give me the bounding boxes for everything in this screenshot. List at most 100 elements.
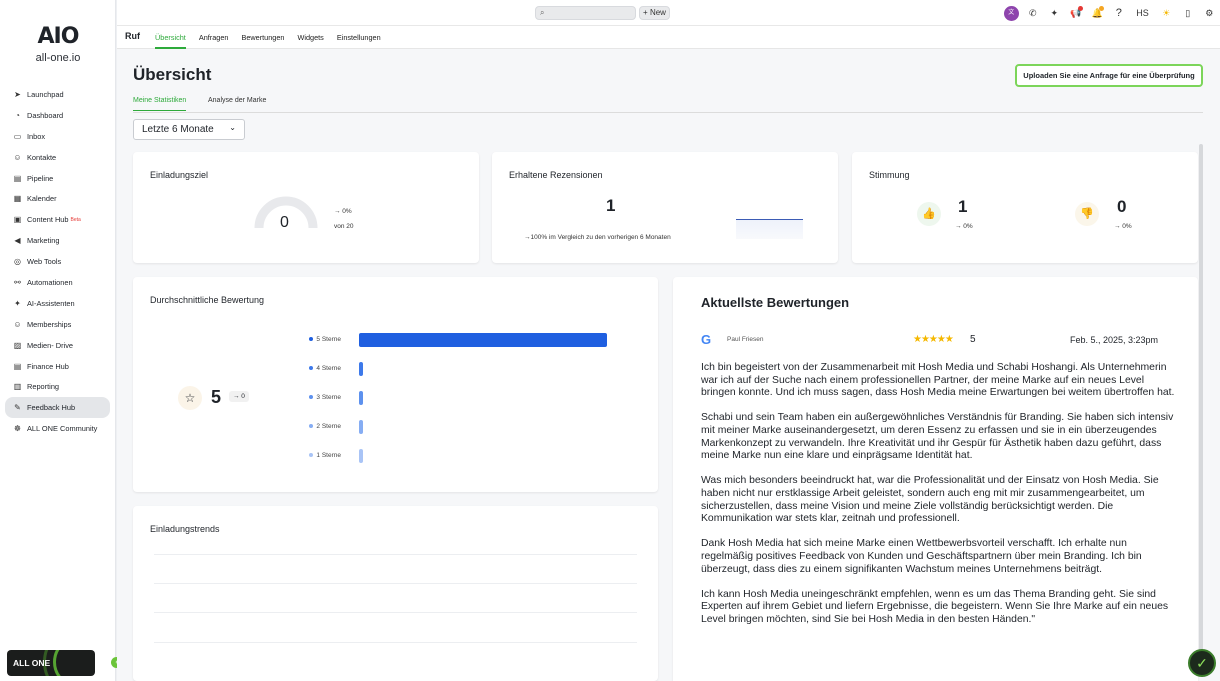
sidebar-item-launchpad[interactable]: ➤ Launchpad [5,84,110,105]
rating-bar-row: 4 Sterne [309,362,633,376]
tab-requests[interactable]: Anfragen [199,26,229,49]
all-one-banner[interactable]: ALL ONE [7,650,95,676]
invitation-trends-card: Einladungstrends [133,506,658,681]
legend-dot [309,395,314,400]
sidebar-item-ai-assistenten[interactable]: ✦ AI-Assistenten [5,293,110,314]
bell-icon[interactable]: 🔔 [1087,5,1109,19]
grid-line [154,554,637,555]
sidebar-item-label: Kontakte [27,152,57,162]
section-title: Ruf [125,31,140,41]
sentiment-card: Stimmung 👍 1 → 0% 👎 0 → 0% [852,152,1198,263]
sidebar-item-dashboard[interactable]: ◔ Dashboard [5,105,110,126]
negative-count: 0 [1117,197,1127,216]
feedback-icon: ✎ [14,403,21,413]
phone-icon[interactable]: ✆ [1022,8,1044,19]
review-author: Paul Friesen [727,336,764,343]
latest-reviews-card: Aktuellste Bewertungen G Paul Friesen ★★… [673,277,1198,681]
rating-bar [359,362,363,376]
rating-category: 4 Sterne [316,365,341,372]
sparkle-icon: ✦ [14,298,21,308]
rating-bar [359,333,607,347]
banner-arc-decoration [53,650,95,676]
rating-bar-label: 3 Sterne [309,394,341,401]
top-actions: 文 ✆ ✦ 📢 🔔 ? HS ☀ ▯ ⚙ [1001,0,1220,26]
rating-category: 2 Sterne [316,423,341,430]
latest-reviews-title: Aktuellste Bewertungen [701,295,850,310]
rating-category: 3 Sterne [316,394,341,401]
sidebar-item-label: Launchpad [27,89,64,99]
sidebar-item-label: ALL ONE Community [27,424,98,434]
rating-bar [359,391,363,405]
rating-category: 5 Sterne [316,336,341,343]
positive-trend: → 0% [955,223,973,230]
sidebar-item-label: Reporting [27,382,60,392]
sidebar-item-medien-drive[interactable]: ▨ Medien- Drive [5,335,110,356]
rating-bar-label: 4 Sterne [309,365,341,372]
tab-overview[interactable]: Übersicht [155,26,186,49]
sidebar-item-label: Inbox [27,131,46,141]
people-icon: ☺ [13,152,22,162]
sidebar-item-feedback-hub[interactable]: ✎ Feedback Hub [5,397,110,419]
sidebar-item-web-tools[interactable]: ◎ Web Tools [5,251,110,272]
gear-icon[interactable]: ⚙ [1199,8,1220,19]
magic-icon[interactable]: ✦ [1044,8,1066,19]
search-icon: ⌕ [540,8,545,17]
grid-line [154,612,637,613]
tab-my-statistics[interactable]: Meine Statistiken [133,97,187,111]
period-select[interactable]: Letzte 6 Monate ⌄ [133,119,245,140]
review-paragraph: Ich bin begeistert von der Zusammenarbei… [701,362,1175,399]
announcement-icon[interactable]: 📢 [1065,5,1087,19]
sidebar-item-reporting[interactable]: ▥ Reporting [5,376,110,397]
translate-icon: 文 [1003,5,1019,21]
sidebar-item-all-one-community[interactable]: ☸ ALL ONE Community [5,418,110,439]
sidebar-item-label: Pipeline [27,173,54,183]
upload-request-button[interactable]: Uploaden Sie eine Anfrage für eine Überp… [1015,64,1203,87]
tab-brand-analysis[interactable]: Analyse der Marke [208,97,266,110]
assistant-launcher-button[interactable]: ✓ [1188,649,1216,677]
sidebar-nav: ➤ Launchpad ◔ Dashboard ▭ Inbox ☺ Kontakte ▤ Pipe… [5,84,110,439]
card-title: Stimmung [869,170,910,180]
user-avatar[interactable]: 文 [1001,5,1023,21]
star-icon: ☆ [178,386,202,410]
new-button[interactable]: + New [639,6,670,20]
search-input[interactable]: ⌕ [535,6,636,20]
tab-reviews[interactable]: Bewertungen [241,26,284,49]
user-initials[interactable]: HS [1130,8,1156,18]
tab-settings[interactable]: Einstellungen [337,26,381,49]
sidebar-item-finance-hub[interactable]: ▤ Finance Hub [5,356,110,377]
average-trend: → 0 [229,391,249,402]
invite-target-card: Einladungsziel 0 → 0% von 20 [133,152,479,263]
content-icon: ▣ [13,215,22,225]
sidebar-item-kalender[interactable]: ▦ Kalender [5,188,110,209]
sidebar-item-automationen[interactable]: ⚯ Automationen [5,272,110,293]
community-icon: ☸ [13,424,22,434]
sidebar-item-inbox[interactable]: ▭ Inbox [5,126,110,147]
beta-badge: Beta [70,216,81,223]
sun-icon[interactable]: ☀ [1156,8,1178,19]
tab-widgets[interactable]: Widgets [297,26,323,49]
rating-bar-label: 1 Sterne [309,452,341,459]
rating-bar-row: 1 Sterne [309,449,633,463]
legend-dot [309,453,314,458]
rating-bar-row: 5 Sterne [309,333,633,347]
sidebar-item-content-hub[interactable]: ▣ Content Hub Beta [5,209,110,230]
review-paragraph: Dank Hosh Media hat sich meine Marke ein… [701,538,1142,575]
sidebar-item-marketing[interactable]: ◀ Marketing [5,230,110,251]
members-icon: ☺ [13,319,22,329]
review-paragraph: Ich kann Hosh Media uneingeschränkt empf… [701,588,1169,625]
brand-logo[interactable]: AIO all-one.io [30,26,86,65]
average-value: 5 [211,387,222,407]
card-title: Durchschnittliche Bewertung [150,295,265,305]
sidebar-item-kontakte[interactable]: ☺ Kontakte [5,147,110,168]
sidebar-item-memberships[interactable]: ☺ Memberships [5,314,110,335]
main-content: Übersicht Uploaden Sie eine Anfrage für … [117,49,1220,681]
sidebar-item-label: Dashboard [27,110,64,120]
scrollbar[interactable] [1199,144,1203,674]
received-compare: →100% im Vergleich zu den vorherigen 6 M… [524,234,671,241]
rating-category: 1 Sterne [316,452,341,459]
google-icon: G [701,332,712,347]
mobile-icon[interactable]: ▯ [1177,8,1199,19]
rating-bar-label: 2 Sterne [309,423,341,430]
help-icon[interactable]: ? [1108,7,1130,19]
sidebar-item-pipeline[interactable]: ▤ Pipeline [5,168,110,189]
